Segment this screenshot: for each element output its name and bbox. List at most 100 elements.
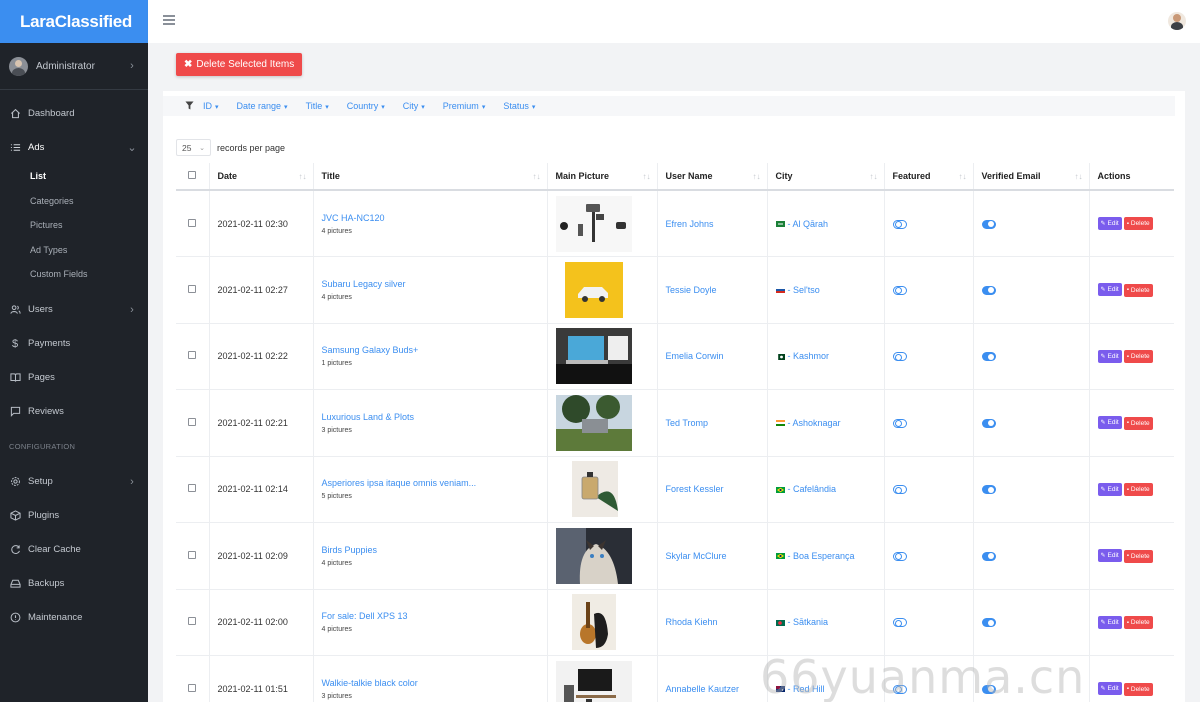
ad-title-link[interactable]: Birds Puppies bbox=[322, 545, 547, 555]
ad-thumbnail[interactable] bbox=[555, 328, 632, 385]
delete-button[interactable]: ▪ Delete bbox=[1123, 483, 1153, 496]
city-link[interactable]: - Cafelândia bbox=[788, 484, 837, 494]
select-all-checkbox[interactable] bbox=[188, 171, 197, 179]
col-title[interactable]: Title ↑↓ bbox=[313, 163, 548, 191]
brand-logo[interactable]: LaraClassified bbox=[0, 0, 148, 43]
user-link[interactable]: Ted Tromp bbox=[666, 418, 709, 428]
menu-icon[interactable] bbox=[163, 15, 175, 25]
sidebar-item-setup[interactable]: Setup › bbox=[0, 465, 148, 499]
delete-button[interactable]: ▪ Delete bbox=[1123, 217, 1153, 231]
col-verified-email[interactable]: Verified Email ↑↓ bbox=[973, 163, 1090, 191]
col-featured[interactable]: Featured ↑↓ bbox=[884, 163, 974, 191]
user-menu[interactable]: Administrator › bbox=[0, 43, 148, 90]
featured-toggle[interactable] bbox=[892, 684, 907, 694]
delete-button[interactable]: ▪ Delete bbox=[1123, 350, 1153, 363]
ad-thumbnail[interactable] bbox=[555, 195, 632, 252]
sidebar-item-dashboard[interactable]: Dashboard bbox=[0, 96, 148, 130]
row-checkbox[interactable] bbox=[188, 617, 197, 626]
sidebar-item-users[interactable]: Users › bbox=[0, 293, 148, 327]
ad-thumbnail[interactable] bbox=[555, 660, 632, 702]
city-link[interactable]: - Sātkania bbox=[788, 617, 829, 627]
featured-toggle[interactable] bbox=[892, 418, 907, 428]
edit-button[interactable]: ✎ Edit bbox=[1097, 416, 1122, 429]
ad-title-link[interactable]: Subaru Legacy silver bbox=[322, 279, 547, 289]
city-link[interactable]: - Al Qārah bbox=[788, 219, 829, 229]
user-link[interactable]: Efren Johns bbox=[666, 219, 714, 229]
featured-toggle[interactable] bbox=[892, 285, 907, 295]
verified-toggle[interactable] bbox=[981, 219, 996, 229]
filter-city[interactable]: City ▾ bbox=[403, 101, 425, 111]
featured-toggle[interactable] bbox=[892, 352, 907, 362]
sidebar-item-plugins[interactable]: Plugins bbox=[0, 499, 148, 533]
col-main-picture[interactable]: Main Picture ↑↓ bbox=[547, 163, 658, 191]
filter-title[interactable]: Title ▾ bbox=[306, 101, 329, 111]
ad-title-link[interactable]: For sale: Dell XPS 13 bbox=[322, 611, 547, 621]
verified-toggle[interactable] bbox=[981, 485, 996, 495]
row-checkbox[interactable] bbox=[188, 683, 197, 692]
user-link[interactable]: Skylar McClure bbox=[666, 551, 727, 561]
verified-toggle[interactable] bbox=[981, 352, 996, 362]
sidebar-sub-categories[interactable]: Categories bbox=[0, 189, 148, 214]
col-city[interactable]: City ↑↓ bbox=[767, 163, 885, 191]
user-link[interactable]: Emelia Corwin bbox=[666, 351, 724, 361]
city-link[interactable]: - Kashmor bbox=[788, 351, 830, 361]
edit-button[interactable]: ✎ Edit bbox=[1097, 482, 1122, 496]
city-link[interactable]: - Sel'tso bbox=[788, 285, 820, 295]
edit-button[interactable]: ✎ Edit bbox=[1097, 682, 1122, 695]
featured-toggle[interactable] bbox=[892, 485, 907, 495]
row-checkbox[interactable] bbox=[188, 550, 197, 559]
ad-title-link[interactable]: Samsung Galaxy Buds+ bbox=[322, 345, 547, 355]
filter-status[interactable]: Status ▾ bbox=[503, 101, 535, 111]
sidebar-item-reviews[interactable]: Reviews bbox=[0, 395, 148, 429]
row-checkbox[interactable] bbox=[188, 284, 197, 293]
city-link[interactable]: - Ashoknagar bbox=[788, 418, 841, 428]
filter-premium[interactable]: Premium ▾ bbox=[443, 101, 486, 111]
featured-toggle[interactable] bbox=[892, 618, 907, 628]
edit-button[interactable]: ✎ Edit bbox=[1097, 283, 1122, 296]
sidebar-sub-custom-fields[interactable]: Custom Fields bbox=[0, 262, 148, 287]
sidebar-sub-pictures[interactable]: Pictures bbox=[0, 213, 148, 238]
user-link[interactable]: Tessie Doyle bbox=[666, 285, 717, 295]
sidebar-item-maintenance[interactable]: Maintenance bbox=[0, 601, 148, 635]
edit-button[interactable]: ✎ Edit bbox=[1097, 549, 1122, 562]
delete-button[interactable]: ▪ Delete bbox=[1123, 283, 1153, 297]
city-link[interactable]: - Red Hill bbox=[788, 684, 825, 694]
user-link[interactable]: Rhoda Kiehn bbox=[666, 617, 718, 627]
verified-toggle[interactable] bbox=[981, 618, 996, 628]
row-checkbox[interactable] bbox=[188, 351, 197, 360]
edit-button[interactable]: ✎ Edit bbox=[1097, 216, 1122, 230]
delete-button[interactable]: ▪ Delete bbox=[1123, 682, 1153, 696]
perpage-select[interactable]: 25 ⌄ bbox=[176, 139, 211, 156]
sidebar-item-clear-cache[interactable]: Clear Cache bbox=[0, 533, 148, 567]
delete-button[interactable]: ▪ Delete bbox=[1123, 549, 1153, 563]
filter-id[interactable]: ID ▾ bbox=[203, 101, 219, 111]
ad-title-link[interactable]: Walkie-talkie black color bbox=[322, 678, 547, 688]
user-avatar[interactable] bbox=[1168, 12, 1186, 30]
row-checkbox[interactable] bbox=[188, 218, 197, 227]
ad-title-link[interactable]: Asperiores ipsa itaque omnis veniam... bbox=[322, 478, 547, 488]
col-user-name[interactable]: User Name ↑↓ bbox=[657, 163, 768, 191]
ad-thumbnail[interactable] bbox=[555, 594, 632, 651]
ad-thumbnail[interactable] bbox=[555, 461, 632, 518]
user-link[interactable]: Forest Kessler bbox=[666, 484, 724, 494]
verified-toggle[interactable] bbox=[981, 551, 996, 561]
col-date[interactable]: Date ↑↓ bbox=[209, 163, 314, 191]
featured-toggle[interactable] bbox=[892, 219, 907, 229]
user-link[interactable]: Annabelle Kautzer bbox=[666, 684, 740, 694]
featured-toggle[interactable] bbox=[892, 551, 907, 561]
ad-title-link[interactable]: JVC HA-NC120 bbox=[322, 213, 547, 223]
edit-button[interactable]: ✎ Edit bbox=[1097, 349, 1122, 363]
sidebar-sub-list[interactable]: List bbox=[0, 164, 148, 189]
city-link[interactable]: - Boa Esperança bbox=[788, 551, 855, 561]
sidebar-item-pages[interactable]: Pages bbox=[0, 361, 148, 395]
edit-button[interactable]: ✎ Edit bbox=[1097, 615, 1122, 629]
row-checkbox[interactable] bbox=[188, 417, 197, 426]
delete-button[interactable]: ▪ Delete bbox=[1123, 616, 1153, 629]
delete-button[interactable]: ▪ Delete bbox=[1123, 416, 1153, 430]
row-checkbox[interactable] bbox=[188, 484, 197, 493]
sidebar-sub-ad-types[interactable]: Ad Types bbox=[0, 238, 148, 263]
sidebar-item-backups[interactable]: Backups bbox=[0, 567, 148, 601]
ad-thumbnail[interactable] bbox=[555, 261, 632, 318]
ad-thumbnail[interactable] bbox=[555, 394, 632, 451]
ad-thumbnail[interactable] bbox=[555, 527, 632, 584]
